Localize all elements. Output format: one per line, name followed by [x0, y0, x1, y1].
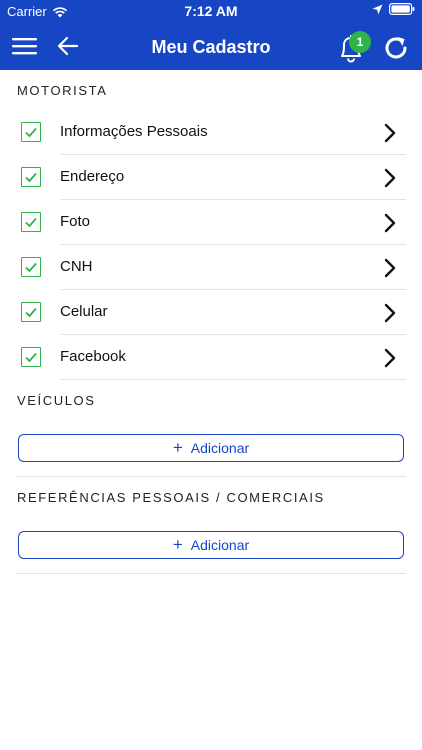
section-divider [16, 573, 406, 574]
status-bar: Carrier 7:12 AM [0, 0, 422, 22]
status-right [372, 3, 415, 15]
list-item-label: Facebook [60, 348, 126, 365]
list-item-endereco[interactable]: Endereço [0, 155, 422, 200]
add-vehicle-label: Adicionar [190, 440, 250, 456]
check-icon [25, 307, 37, 318]
back-arrow-icon[interactable] [56, 35, 80, 57]
list-item-foto[interactable]: Foto [0, 200, 422, 245]
checkbox-checked [21, 167, 41, 187]
chevron-right-icon [384, 123, 396, 143]
section-header-motorista: MOTORISTA [17, 83, 108, 98]
add-vehicle-button[interactable]: + Adicionar [18, 434, 404, 462]
list-item-label: Informações Pessoais [60, 123, 208, 140]
checkbox-checked [21, 122, 41, 142]
checkbox-checked [21, 302, 41, 322]
check-icon [25, 172, 37, 183]
add-reference-label: Adicionar [190, 537, 250, 553]
notification-badge[interactable]: 1 [349, 31, 371, 53]
refresh-icon[interactable] [382, 34, 410, 62]
plus-icon: + [172, 437, 183, 457]
list-item-label: CNH [60, 258, 93, 275]
list-item-celular[interactable]: Celular [0, 290, 422, 335]
chevron-right-icon [384, 213, 396, 233]
chevron-right-icon [384, 348, 396, 368]
list-item-cnh[interactable]: CNH [0, 245, 422, 290]
menu-icon[interactable] [12, 36, 38, 56]
add-reference-button[interactable]: + Adicionar [18, 531, 404, 559]
list-item-label: Foto [60, 213, 91, 230]
battery-icon [389, 3, 415, 15]
plus-icon: + [172, 534, 183, 554]
checkbox-checked [21, 212, 41, 232]
section-header-veiculos: VEÍCULOS [17, 393, 96, 408]
chevron-right-icon [384, 168, 396, 188]
chevron-right-icon [384, 303, 396, 323]
chevron-right-icon [384, 258, 396, 278]
check-icon [25, 217, 37, 228]
checkbox-checked [21, 257, 41, 277]
checkbox-checked [21, 347, 41, 367]
check-icon [25, 262, 37, 273]
check-icon [25, 352, 37, 363]
list-item-label: Celular [60, 303, 108, 320]
row-divider [60, 379, 406, 380]
section-divider [16, 476, 406, 477]
section-header-referencias: REFERÊNCIAS PESSOAIS / COMERCIAIS [17, 490, 325, 505]
list-item-facebook[interactable]: Facebook [0, 335, 422, 380]
check-icon [25, 127, 37, 138]
status-time: 7:12 AM [184, 3, 238, 19]
list-item-informacoes-pessoais[interactable]: Informações Pessoais [0, 110, 422, 155]
nav-bar: Meu Cadastro 1 [0, 26, 422, 70]
location-arrow-icon [372, 4, 383, 14]
top-bar: Carrier 7:12 AM Meu Cadastro 1 [0, 0, 422, 70]
list-item-label: Endereço [60, 168, 125, 185]
